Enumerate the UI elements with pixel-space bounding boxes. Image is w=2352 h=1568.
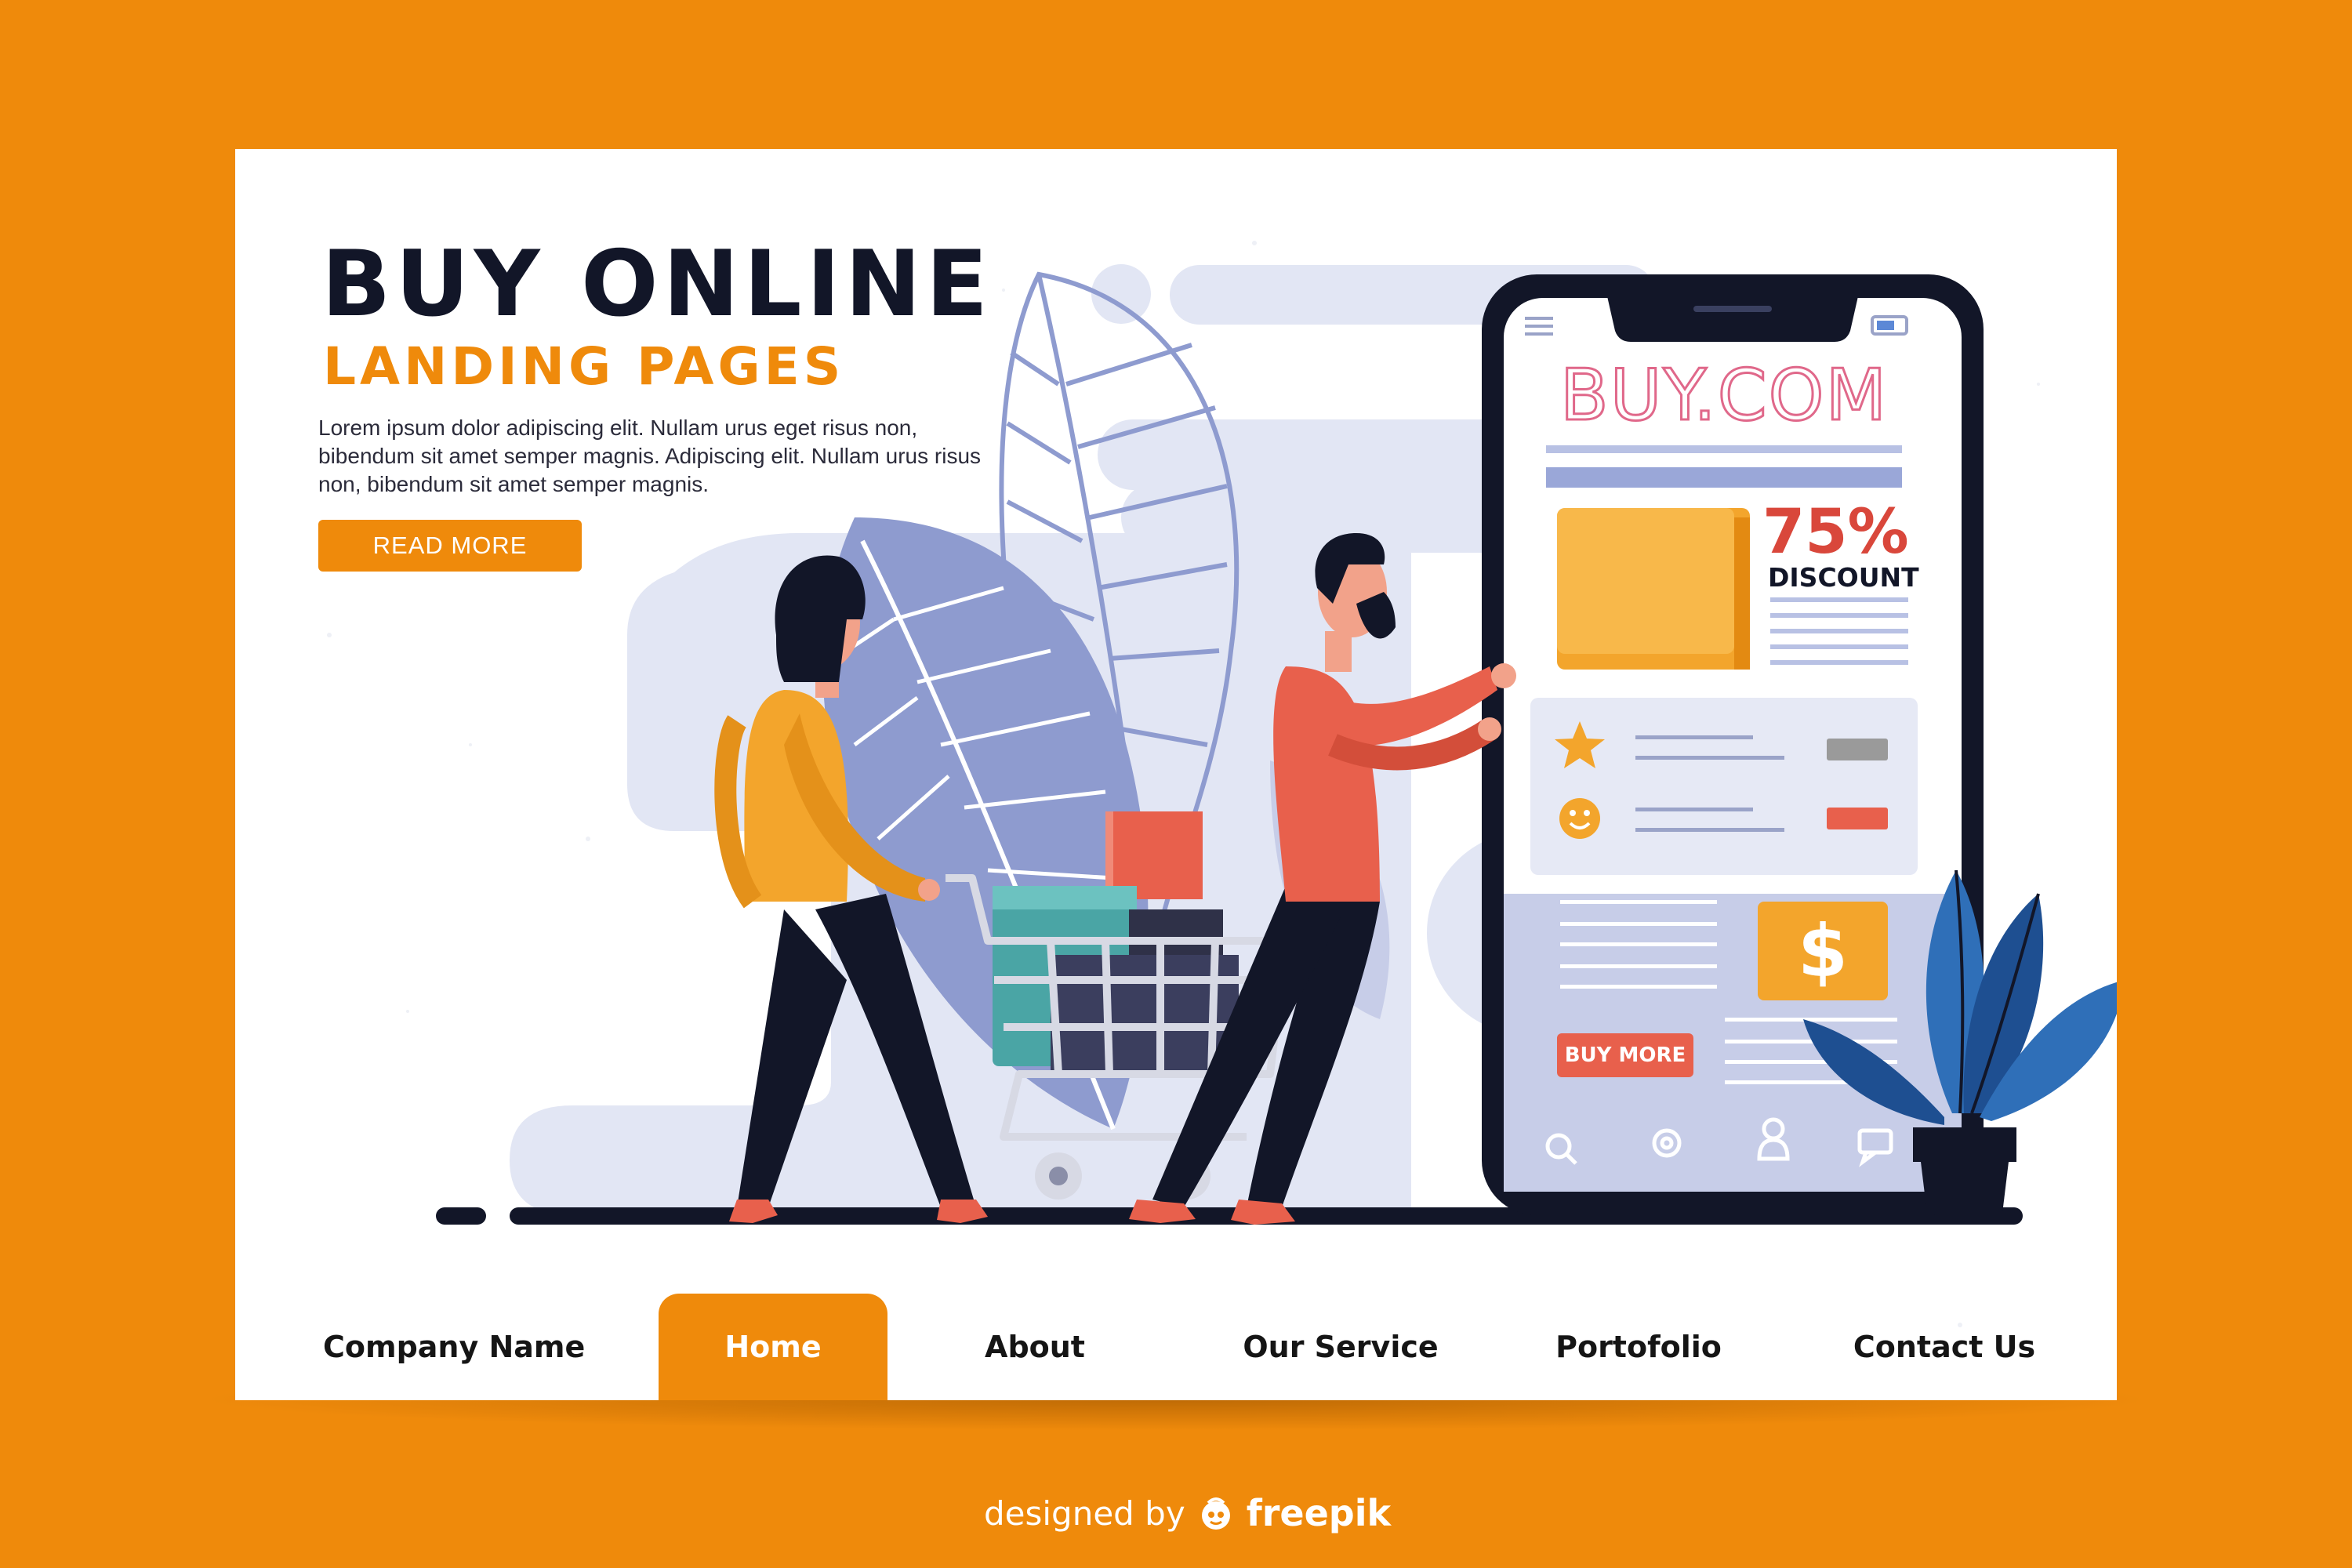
landing-card: BUY.COM 75% DISCOUNT $ BUY MORE BUY ONLI…	[235, 149, 2117, 1400]
credit-prefix: designed by	[984, 1494, 1185, 1533]
nav-home[interactable]: Home	[659, 1294, 887, 1400]
dollar-icon: $	[1797, 909, 1848, 993]
phone-site-name: BUY.COM	[1559, 354, 1889, 437]
buy-more-button[interactable]: BUY MORE	[1557, 1033, 1693, 1077]
footer-nav: Company Name Home About Our Service Port…	[235, 1270, 2117, 1400]
hero-description: Lorem ipsum dolor adipiscing elit. Nulla…	[318, 416, 982, 496]
smiley-icon	[1559, 798, 1600, 839]
credit-brand: freepik	[1246, 1492, 1392, 1534]
discount-value: 75%	[1762, 497, 1909, 568]
nav-our-service[interactable]: Our Service	[1223, 1294, 1458, 1400]
freepik-logo-icon	[1201, 1497, 1230, 1530]
hero-title: BUY ONLINE	[321, 231, 993, 337]
read-more-button[interactable]: READ MORE	[318, 520, 582, 572]
discount-label: DISCOUNT	[1768, 562, 1919, 593]
nav-about[interactable]: About	[941, 1294, 1129, 1400]
menu-icon	[1525, 317, 1553, 336]
nav-portofolio[interactable]: Portofolio	[1537, 1294, 1740, 1400]
nav-contact-us[interactable]: Contact Us	[1835, 1294, 2054, 1400]
hero-subtitle: LANDING PAGES	[323, 336, 845, 397]
designer-credit: designed by freepik	[984, 1486, 1391, 1541]
company-name: Company Name	[323, 1330, 586, 1364]
